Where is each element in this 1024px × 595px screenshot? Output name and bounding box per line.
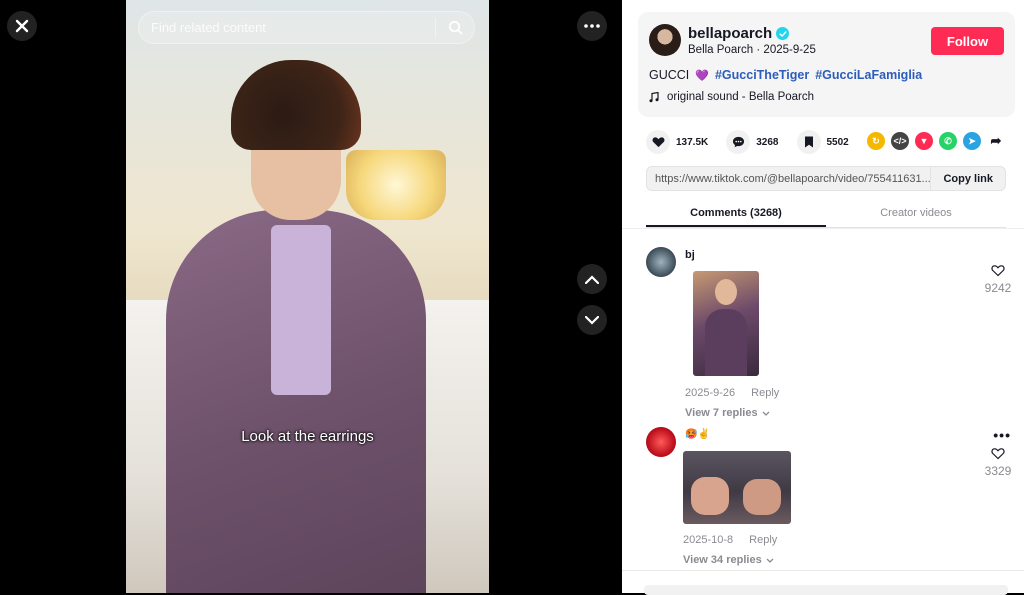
- chevron-down-icon: [762, 411, 770, 416]
- more-icon: [584, 24, 600, 28]
- author-username[interactable]: bellapoarch: [688, 25, 790, 42]
- comment-image[interactable]: [683, 451, 791, 524]
- save-button[interactable]: 5502: [796, 130, 849, 154]
- commenter-name[interactable]: 🥵✌️: [685, 429, 710, 440]
- comment-image[interactable]: [693, 271, 759, 376]
- video-caption: Look at the earrings: [241, 428, 374, 445]
- whatsapp-icon[interactable]: ✆: [939, 132, 957, 150]
- comment-like-count: 3329: [984, 464, 1012, 478]
- heart-outline-icon: [991, 265, 1005, 277]
- send-icon[interactable]: ▼: [915, 132, 933, 150]
- comment-more-button[interactable]: •••: [993, 427, 1011, 443]
- search-input[interactable]: Find related content: [151, 20, 435, 35]
- author-avatar[interactable]: [649, 24, 681, 56]
- close-icon: [15, 19, 29, 33]
- comment-input[interactable]: [644, 585, 1008, 595]
- copy-link-box: https://www.tiktok.com/@bellapoarch/vide…: [646, 166, 1006, 191]
- post-description: GUCCI 💜 #GucciTheTiger #GucciLaFamiglia: [649, 68, 923, 82]
- commenter-avatar[interactable]: [646, 427, 676, 457]
- share-arrow-icon[interactable]: ➦: [987, 132, 1005, 150]
- comment-icon: [732, 136, 744, 148]
- comment-item: 🥵✌️ ••• 2025-10-8 Reply View 34 replies …: [646, 427, 1011, 570]
- verified-icon: [776, 27, 790, 40]
- chevron-down-icon: [766, 558, 774, 563]
- next-video-button[interactable]: [577, 305, 607, 335]
- comment-date: 2025-9-26: [685, 387, 736, 399]
- hashtag-link[interactable]: #GucciTheTiger: [715, 68, 809, 82]
- previous-video-button[interactable]: [577, 264, 607, 294]
- comment-list: bj 2025-9-26 Reply View 7 replies 9242 🥵…: [622, 228, 1024, 570]
- comment-item: bj 2025-9-26 Reply View 7 replies 9242: [646, 247, 1011, 419]
- repost-icon[interactable]: ↻: [867, 132, 885, 150]
- heart-icon: [652, 137, 664, 148]
- comment-like-count: 9242: [984, 281, 1012, 295]
- comment-like-button[interactable]: 3329: [981, 447, 1015, 478]
- search-button[interactable]: [436, 11, 474, 44]
- heart-outline-icon: [991, 448, 1005, 460]
- emoji: 💜: [695, 69, 709, 82]
- chevron-up-icon: [585, 274, 599, 284]
- video-url-field[interactable]: https://www.tiktok.com/@bellapoarch/vide…: [647, 173, 930, 185]
- reply-button[interactable]: Reply: [749, 534, 777, 546]
- author-subline: Bella Poarch · 2025-9-25: [688, 44, 816, 56]
- comment-button[interactable]: 3268: [726, 130, 779, 154]
- commenter-name[interactable]: bj: [685, 249, 695, 261]
- share-buttons: ↻ </> ▼ ✆ ➤ ➦: [867, 132, 1005, 150]
- view-replies-button[interactable]: View 7 replies: [685, 407, 770, 419]
- telegram-icon[interactable]: ➤: [963, 132, 981, 150]
- tab-creator-videos[interactable]: Creator videos: [826, 200, 1006, 227]
- details-panel: bellapoarch Bella Poarch · 2025-9-25 Fol…: [622, 0, 1024, 595]
- post-info-card: bellapoarch Bella Poarch · 2025-9-25 Fol…: [638, 12, 1015, 117]
- chevron-down-icon: [585, 315, 599, 325]
- search-bar[interactable]: Find related content: [138, 11, 475, 44]
- copy-link-button[interactable]: Copy link: [930, 167, 1005, 190]
- video-player[interactable]: [126, 0, 489, 593]
- comment-tabs: Comments (3268) Creator videos: [646, 200, 1006, 228]
- view-replies-button[interactable]: View 34 replies: [683, 554, 774, 566]
- engagement-stats: 137.5K 3268 5502: [646, 130, 867, 154]
- embed-icon[interactable]: </>: [891, 132, 909, 150]
- sound-link[interactable]: original sound - Bella Poarch: [649, 91, 814, 103]
- comment-like-button[interactable]: 9242: [981, 264, 1015, 295]
- commenter-avatar[interactable]: [646, 247, 676, 277]
- video-stage: Find related content Look at the earring…: [0, 0, 622, 593]
- reply-button[interactable]: Reply: [751, 387, 779, 399]
- like-button[interactable]: 137.5K: [646, 130, 708, 154]
- comment-date: 2025-10-8: [683, 534, 734, 546]
- music-note-icon: [649, 91, 659, 102]
- video-subject: [166, 60, 426, 593]
- more-options-button[interactable]: [577, 11, 607, 41]
- tab-comments[interactable]: Comments (3268): [646, 200, 826, 227]
- follow-button[interactable]: Follow: [931, 27, 1004, 55]
- search-icon: [448, 21, 462, 35]
- hashtag-link[interactable]: #GucciLaFamiglia: [815, 68, 922, 82]
- bookmark-icon: [804, 136, 813, 148]
- close-button[interactable]: [7, 11, 37, 41]
